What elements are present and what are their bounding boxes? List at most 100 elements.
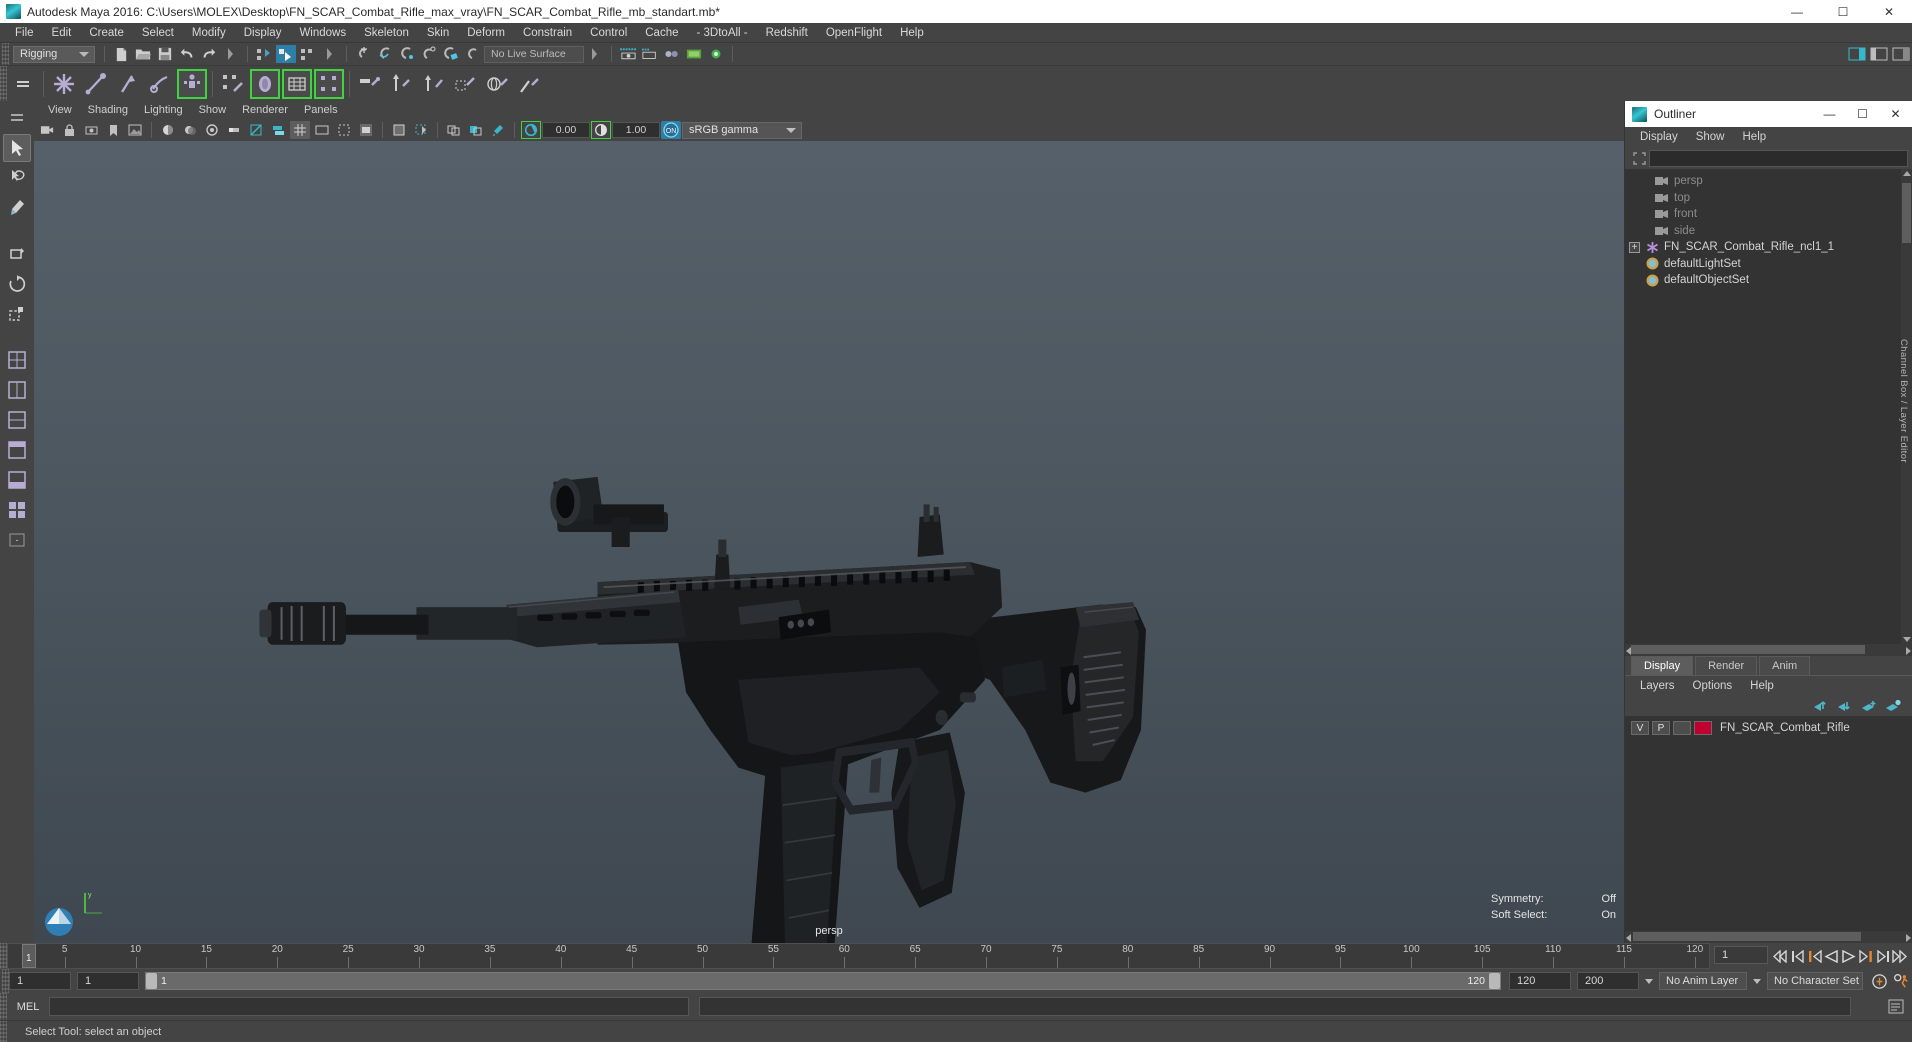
menu-display[interactable]: Display [235, 23, 291, 43]
menu-select[interactable]: Select [133, 23, 183, 43]
lasso-tool-icon[interactable] [3, 164, 31, 192]
menu-control[interactable]: Control [581, 23, 636, 43]
toolbox-grip[interactable] [3, 104, 31, 132]
resolution-gate-icon[interactable] [334, 121, 354, 139]
scroll-thumb[interactable] [1902, 183, 1911, 243]
point-constraint-icon[interactable] [387, 69, 417, 99]
layer-horizontal-scrollbar[interactable] [1625, 931, 1912, 943]
select-by-object-icon[interactable] [276, 45, 296, 63]
scroll-down-arrow-icon[interactable] [1903, 637, 1911, 642]
outliner-item-defaultlightset[interactable]: defaultLightSet [1625, 256, 1912, 273]
shadows-icon[interactable] [180, 121, 200, 139]
save-scene-icon[interactable] [155, 45, 175, 63]
menu-redshift[interactable]: Redshift [757, 23, 817, 43]
insert-joint-icon[interactable] [145, 69, 175, 99]
view-cube-gizmo[interactable] [40, 900, 78, 938]
snap-to-grid-icon[interactable] [353, 45, 373, 63]
outliner-search-input[interactable] [1649, 149, 1908, 167]
outliner-menu-display[interactable]: Display [1631, 131, 1687, 143]
select-by-component-icon[interactable] [298, 45, 318, 63]
select-tool-icon[interactable] [3, 134, 31, 162]
lock-camera-icon[interactable] [59, 121, 79, 139]
make-live-icon[interactable] [463, 45, 483, 63]
menu-constrain[interactable]: Constrain [514, 23, 581, 43]
step-forward-key-button[interactable] [1857, 946, 1874, 966]
menu-help[interactable]: Help [891, 23, 933, 43]
layer-color-swatch[interactable] [1694, 721, 1712, 735]
animation-start-time-field[interactable]: 1 [9, 972, 71, 990]
open-scene-icon[interactable] [133, 45, 153, 63]
ambient-occlusion-icon[interactable] [202, 121, 222, 139]
shelf-grip[interactable] [0, 66, 7, 101]
layer-row[interactable]: V P FN_SCAR_Combat_Rifle [1625, 719, 1912, 737]
color-management-toggle-icon[interactable]: ON [661, 121, 681, 139]
play-backwards-button[interactable] [1823, 946, 1840, 966]
create-layer-icon[interactable] [1860, 698, 1878, 714]
status-line-grip[interactable] [2, 43, 9, 65]
animation-end-time-field[interactable]: 200 [1577, 972, 1639, 990]
layer-playback-toggle[interactable]: P [1652, 721, 1670, 735]
scroll-right-arrow-icon[interactable] [1906, 934, 1911, 942]
orient-constraint-icon[interactable] [419, 69, 449, 99]
menu-modify[interactable]: Modify [183, 23, 235, 43]
outliner-minimize-button[interactable]: — [1813, 101, 1846, 127]
play-forwards-button[interactable] [1840, 946, 1857, 966]
viewport-menu-lighting[interactable]: Lighting [136, 104, 191, 116]
aim-constraint-icon[interactable] [483, 69, 513, 99]
time-slider[interactable]: 1 5 10 15 20 25 30 35 40 45 50 55 60 65 70 75 80 85 90 95 1… [7, 943, 1710, 969]
scroll-thumb-h[interactable] [1633, 932, 1861, 941]
anim-layer-selector[interactable]: No Anim Layer [1659, 972, 1747, 990]
layer-menu-options[interactable]: Options [1684, 680, 1742, 692]
range-slider[interactable]: 1 120 [145, 972, 1501, 990]
outliner-item-front[interactable]: front [1625, 206, 1912, 223]
layout-more-icon[interactable]: - [3, 526, 31, 554]
step-back-key-button[interactable] [1806, 946, 1823, 966]
create-layer-from-selected-icon[interactable] [1884, 698, 1902, 714]
layer-menu-layers[interactable]: Layers [1631, 680, 1684, 692]
menu-file[interactable]: File [6, 23, 43, 43]
selection-mask-arrow2-icon[interactable] [320, 45, 340, 63]
undo-icon[interactable] [177, 45, 197, 63]
view-transform-selector[interactable]: sRGB gamma [682, 121, 802, 139]
outliner-item-fn-scar-combat-rifle-ncl1-1[interactable]: + FN_SCAR_Combat_Rifle_ncl1_1 [1625, 239, 1912, 256]
isolate-select-icon[interactable] [444, 121, 464, 139]
layer-menu-help[interactable]: Help [1741, 680, 1783, 692]
camera-attributes-icon[interactable] [81, 121, 101, 139]
menu-openflight[interactable]: OpenFlight [817, 23, 891, 43]
scroll-left-arrow-icon[interactable] [1626, 934, 1631, 942]
sidebar-toggle-tool-icon[interactable] [1869, 45, 1889, 63]
maximize-button[interactable]: ☐ [1820, 0, 1866, 23]
scroll-right-arrow-icon[interactable] [1906, 647, 1911, 655]
layer-visibility-toggle[interactable]: V [1631, 721, 1649, 735]
xray-joints-icon[interactable] [411, 121, 431, 139]
viewport-menu-renderer[interactable]: Renderer [234, 104, 296, 116]
render-view-icon[interactable] [684, 45, 704, 63]
exposure-field[interactable]: 0.00 [542, 122, 590, 138]
current-frame-field[interactable]: 1 [1714, 946, 1768, 964]
scroll-thumb-h[interactable] [1631, 645, 1865, 654]
bookmark-icon[interactable] [103, 121, 123, 139]
shelf-tab-handle-icon[interactable] [8, 69, 38, 99]
create-joint-icon[interactable] [49, 69, 79, 99]
tab-display[interactable]: Display [1631, 656, 1694, 675]
outliner-item-side[interactable]: side [1625, 223, 1912, 240]
depth-peeling-icon[interactable] [268, 121, 288, 139]
two-sided-lighting-icon[interactable] [158, 121, 178, 139]
menu-deform[interactable]: Deform [458, 23, 514, 43]
menu-create[interactable]: Create [80, 23, 133, 43]
grid-toggle-icon[interactable] [290, 121, 310, 139]
playback-start-time-field[interactable]: 1 [77, 972, 139, 990]
status-bar-grip[interactable] [0, 1021, 7, 1042]
motion-blur-icon[interactable] [224, 121, 244, 139]
channel-box-side-tab[interactable]: Channel Box / Layer Editor [1898, 339, 1912, 463]
go-to-end-button[interactable] [1891, 946, 1908, 966]
blend-shape-icon[interactable] [250, 68, 280, 99]
layout-persp-graph-icon[interactable] [3, 436, 31, 464]
go-to-start-button[interactable] [1772, 946, 1789, 966]
outliner-tree[interactable]: persp top front side + FN_SCAR_Combat_Ri… [1625, 169, 1912, 644]
paint-skin-weights-icon[interactable] [218, 69, 248, 99]
cluster-deformer-icon[interactable] [314, 68, 344, 99]
new-scene-icon[interactable] [111, 45, 131, 63]
selection-focus-icon[interactable] [1629, 151, 1649, 165]
gate-mask-icon[interactable] [356, 121, 376, 139]
